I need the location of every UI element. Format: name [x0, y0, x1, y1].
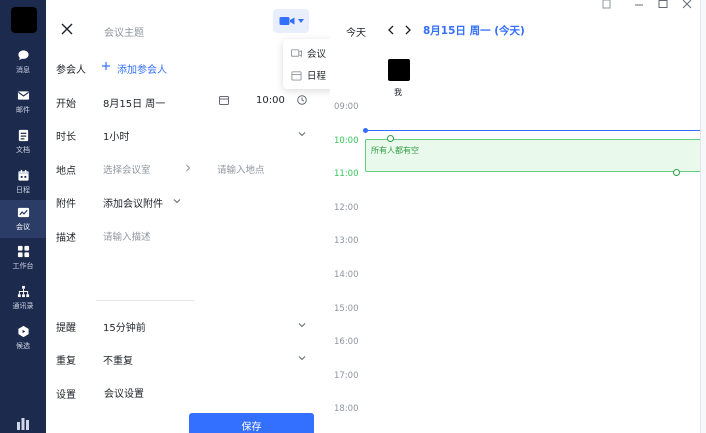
repeat-select[interactable]: 不重复	[103, 352, 133, 367]
calendar-icon	[17, 169, 29, 181]
chat-icon	[17, 50, 29, 61]
add-attachment-button[interactable]: 添加会议附件	[103, 195, 163, 210]
add-participant-link[interactable]: 添加参会人	[117, 61, 167, 76]
hour-label: 11:00	[334, 169, 359, 180]
start-date-field[interactable]: 8月15日 周一	[103, 95, 165, 110]
rail-item-calendar[interactable]: 日程	[0, 164, 46, 200]
start-time-field[interactable]: 10:00	[256, 95, 285, 106]
current-time-line	[365, 130, 706, 131]
settings-label: 设置	[56, 390, 76, 401]
candidate-icon	[17, 325, 29, 338]
rail-item-workplace[interactable]: 工作台	[0, 240, 46, 276]
workplace-icon	[17, 245, 29, 258]
rail-item-meeting[interactable]: 会议	[0, 200, 46, 238]
plus-icon	[102, 62, 110, 70]
chevron-right-icon[interactable]	[184, 164, 192, 172]
chevron-down-icon[interactable]	[173, 197, 181, 205]
share-window-icon[interactable]	[600, 0, 614, 10]
rail-item-candidate[interactable]: 候选	[0, 320, 46, 356]
description-divider	[96, 300, 194, 301]
hour-label: 09:00	[334, 102, 359, 112]
address-input[interactable]: 请输入地点	[217, 162, 265, 176]
mail-icon	[17, 91, 29, 100]
hour-label: 15:00	[334, 303, 359, 314]
slot-resize-handle-bottom[interactable]	[673, 169, 680, 176]
rail-label: 邮件	[16, 106, 30, 114]
hour-label: 18:00	[334, 404, 359, 415]
duration-select[interactable]: 1小时	[103, 128, 129, 143]
hour-label: 14:00	[334, 270, 359, 280]
rail-label: 候选	[16, 342, 30, 350]
location-label: 地点	[56, 166, 76, 177]
free-time-slot[interactable]: 所有人都有空	[365, 139, 701, 172]
menu-item-label: 会议	[307, 49, 327, 60]
chevron-down-icon[interactable]	[298, 321, 306, 329]
rail-item-contacts[interactable]: 通讯录	[0, 280, 46, 316]
calendar-icon	[291, 70, 302, 81]
rail-label: 会议	[16, 223, 30, 231]
start-label: 开始	[56, 99, 76, 110]
chevron-left-icon[interactable]	[386, 24, 396, 36]
calendar-icon[interactable]	[219, 95, 229, 105]
video-camera-icon	[279, 17, 294, 25]
reminder-select[interactable]: 15分钟前	[103, 319, 146, 334]
maximize-icon[interactable]	[656, 0, 670, 10]
today-button[interactable]: 今天	[346, 24, 366, 39]
rail-label: 工作台	[12, 262, 34, 270]
room-select[interactable]: 选择会议室	[103, 162, 151, 176]
meeting-form: 会议主题 会议 日程 参会人 添加参会人 开始 8月15日 周一 10:00 时…	[46, 0, 351, 433]
duration-label: 时长	[56, 132, 76, 143]
description-textarea[interactable]: 请输入描述	[103, 229, 151, 243]
slot-resize-handle-top[interactable]	[387, 135, 394, 142]
close-window-icon[interactable]	[680, 0, 694, 10]
save-button[interactable]: 保存	[189, 413, 314, 433]
rail-item-messages[interactable]: 消息	[0, 44, 46, 80]
close-icon[interactable]	[60, 22, 74, 36]
meeting-settings-button[interactable]: 会议设置	[98, 381, 150, 403]
rail-label: 消息	[16, 66, 30, 74]
description-label: 描述	[56, 233, 76, 244]
contacts-icon	[17, 285, 29, 298]
hour-label: 17:00	[334, 370, 359, 381]
topic-input[interactable]: 会议主题	[104, 24, 144, 39]
event-type-toggle[interactable]	[273, 9, 309, 33]
apps-icon[interactable]	[16, 416, 30, 430]
reminder-label: 提醒	[56, 323, 76, 334]
calendar-scroll-edge	[700, 0, 706, 433]
user-avatar[interactable]	[11, 7, 37, 33]
participants-label: 参会人	[56, 65, 86, 76]
rail-label: 文档	[16, 146, 30, 154]
clock-icon[interactable]	[297, 95, 307, 105]
chevron-right-icon[interactable]	[403, 24, 413, 36]
chevron-down-icon	[297, 19, 304, 23]
menu-item-meeting[interactable]: 会议	[291, 45, 326, 61]
attendee-name: 我	[394, 88, 402, 97]
calendar-panel: 今天 8月15日 周一 (今天) 我 09:00 10:00 11:00 12:00 1…	[330, 0, 706, 433]
rail-item-docs[interactable]: 文档	[0, 124, 46, 160]
attachment-label: 附件	[56, 199, 76, 210]
chevron-down-icon[interactable]	[298, 130, 306, 138]
nav-rail: 消息 邮件 文档 日程 会议 工作台 通讯录 候选	[0, 0, 46, 433]
video-meeting-icon	[291, 48, 302, 57]
rail-label: 通讯录	[12, 302, 34, 310]
slot-status-text: 所有人都有空	[371, 146, 419, 155]
hour-label: 10:00	[334, 135, 359, 146]
attendee-avatar	[388, 59, 410, 81]
hour-label: 13:00	[334, 236, 359, 247]
rail-item-mail[interactable]: 邮件	[0, 84, 46, 120]
current-time-dot	[363, 128, 368, 133]
calendar-date-title: 8月15日 周一 (今天)	[423, 25, 525, 37]
menu-item-schedule[interactable]: 日程	[291, 67, 326, 83]
rail-label: 日程	[16, 186, 30, 194]
repeat-label: 重复	[56, 356, 76, 367]
menu-item-label: 日程	[307, 71, 327, 82]
docs-icon	[18, 129, 28, 142]
hour-label: 16:00	[334, 337, 359, 348]
hour-label: 12:00	[334, 202, 359, 213]
minimize-icon[interactable]	[632, 0, 646, 10]
meeting-icon	[17, 207, 29, 218]
chevron-down-icon[interactable]	[298, 354, 306, 362]
